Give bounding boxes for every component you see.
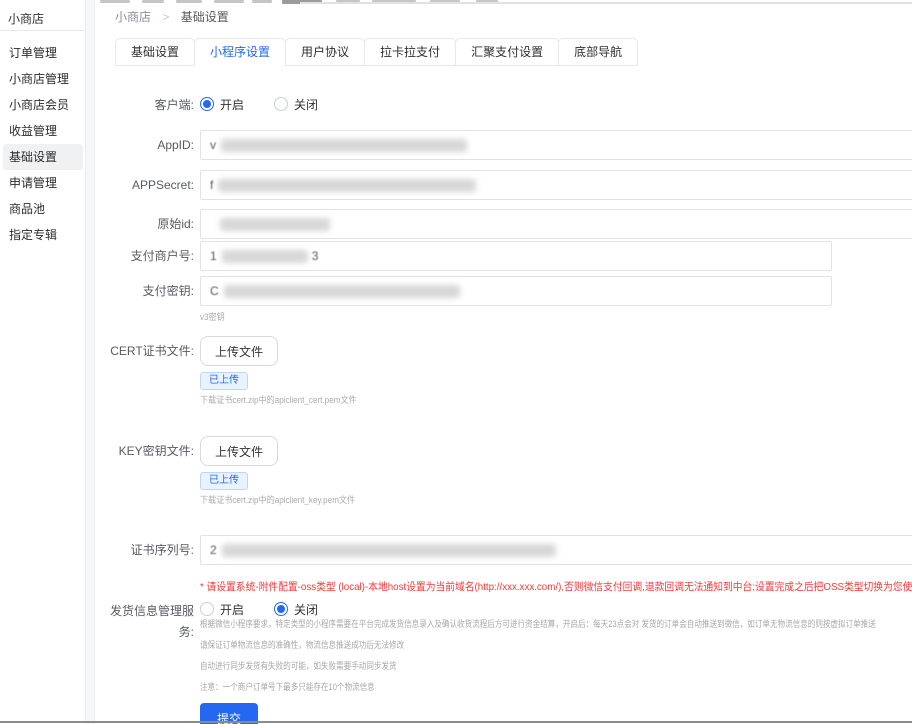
sidebar-nav: 订单管理 小商店管理 小商店会员 收益管理 基础设置 申请管理 商品池 指定专辑 [3, 40, 83, 248]
sidebar-item-product-pool[interactable]: 商品池 [3, 196, 83, 222]
client-radio-group: 开启 关闭 [200, 96, 348, 112]
appsecret-value-prefix: f [210, 178, 213, 192]
merchant-id-label: 支付商户号: [100, 241, 194, 271]
tab-huiju-pay-settings[interactable]: 汇聚支付设置 [455, 38, 559, 66]
shipping-note-line: 请保证订单物流信息的准确性，物流信息推送成功后无法修改 [200, 635, 876, 656]
appid-value-prefix: v [210, 138, 216, 152]
cert-serial-label: 证书序列号: [100, 535, 194, 565]
client-off-label[interactable]: 关闭 [294, 96, 318, 113]
merchant-id-input[interactable]: 1 3 [200, 241, 832, 271]
key-download-note: 下载证书cert.zip中的apiclient_key.pem文件 [200, 493, 355, 506]
sidebar-divider [0, 30, 85, 31]
shipping-note-line: 注意：一个商户订单号下最多只能存在10个物流信息 [200, 677, 876, 698]
breadcrumb-root[interactable]: 小商店 [115, 10, 151, 24]
sidebar-item-application-management[interactable]: 申请管理 [3, 170, 83, 196]
breadcrumb-separator: > [162, 10, 169, 24]
settings-tabs: 基础设置 小程序设置 用户协议 拉卡拉支付 汇聚支付设置 底部导航 [115, 38, 638, 66]
sidebar-content-gutter [85, 0, 95, 724]
shipping-note-line: 自动进行同步发货有失败的可能，如失败需要手动同步发货 [200, 656, 876, 677]
window-bottom-border [0, 721, 912, 723]
sidebar-item-shop-members[interactable]: 小商店会员 [3, 92, 83, 118]
pay-key-input[interactable]: C [200, 276, 832, 306]
tab-lakala-pay[interactable]: 拉卡拉支付 [364, 38, 456, 66]
admin-settings-screen: 小商店 订单管理 小商店管理 小商店会员 收益管理 基础设置 申请管理 商品池 … [0, 0, 912, 724]
shipping-note-line: 根据微信小程序要求，特定类型的小程序需要在平台完成发货信息录入及确认收货流程后方… [200, 614, 876, 635]
shipping-service-label: 发货信息管理服务: [100, 601, 194, 643]
sidebar: 小商店 订单管理 小商店管理 小商店会员 收益管理 基础设置 申请管理 商品池 … [0, 0, 85, 724]
pay-key-masked-value [224, 285, 460, 298]
cert-upload-button[interactable]: 上传文件 [200, 336, 278, 366]
appid-masked-value [221, 139, 467, 152]
appsecret-masked-value [218, 179, 476, 192]
sidebar-item-designated-album[interactable]: 指定专辑 [3, 222, 83, 248]
client-off-radio[interactable] [274, 97, 288, 111]
sidebar-item-basic-settings[interactable]: 基础设置 [3, 144, 83, 170]
key-uploaded-badge: 已上传 [200, 472, 248, 490]
sidebar-title: 小商店 [0, 0, 85, 30]
original-id-masked-value [220, 218, 330, 231]
cert-uploaded-badge: 已上传 [200, 372, 248, 390]
tab-user-agreement[interactable]: 用户协议 [285, 38, 365, 66]
breadcrumb: 小商店 > 基础设置 [115, 8, 229, 25]
tab-footer-nav[interactable]: 底部导航 [558, 38, 638, 66]
oss-config-warning: * 请设置系统-附件配置-oss类型 (local)-本地host设置为当前域名… [200, 579, 912, 594]
merchant-id-value-prefix: 1 [210, 249, 217, 263]
original-id-input[interactable] [200, 209, 912, 239]
shipping-notes: 根据微信小程序要求，特定类型的小程序需要在平台完成发货信息录入及确认收货流程后方… [200, 614, 876, 698]
client-on-label[interactable]: 开启 [220, 96, 244, 113]
pay-key-label: 支付密钥: [100, 276, 194, 306]
tab-basic-settings[interactable]: 基础设置 [115, 38, 195, 66]
sidebar-item-revenue-management[interactable]: 收益管理 [3, 118, 83, 144]
original-id-label: 原始id: [100, 209, 194, 239]
client-label: 客户端: [100, 97, 194, 113]
appid-input[interactable]: v [200, 130, 912, 160]
cert-serial-input[interactable]: 2 [200, 535, 912, 565]
sidebar-item-order-management[interactable]: 订单管理 [3, 40, 83, 66]
cert-download-note: 下载证书cert.zip中的apiclient_cert.pem文件 [200, 393, 357, 406]
breadcrumb-current: 基础设置 [181, 10, 229, 24]
v3-key-note: v3密钥 [200, 310, 225, 323]
key-file-label: KEY密钥文件: [100, 436, 194, 466]
appid-label: AppID: [100, 130, 194, 160]
merchant-id-value-suffix: 3 [312, 249, 319, 263]
key-upload-button[interactable]: 上传文件 [200, 436, 278, 466]
cert-serial-masked-value [222, 544, 556, 557]
appsecret-label: APPSecret: [100, 170, 194, 200]
merchant-id-masked-value [222, 250, 308, 263]
sidebar-item-shop-management[interactable]: 小商店管理 [3, 66, 83, 92]
cropped-top-row [0, 0, 912, 6]
tab-miniprogram-settings[interactable]: 小程序设置 [194, 38, 286, 66]
pay-key-value-prefix: C [210, 284, 219, 298]
cert-file-label: CERT证书文件: [100, 336, 194, 366]
appsecret-input[interactable]: f [200, 170, 912, 200]
cert-serial-value-prefix: 2 [210, 543, 217, 557]
client-on-radio[interactable] [200, 97, 214, 111]
